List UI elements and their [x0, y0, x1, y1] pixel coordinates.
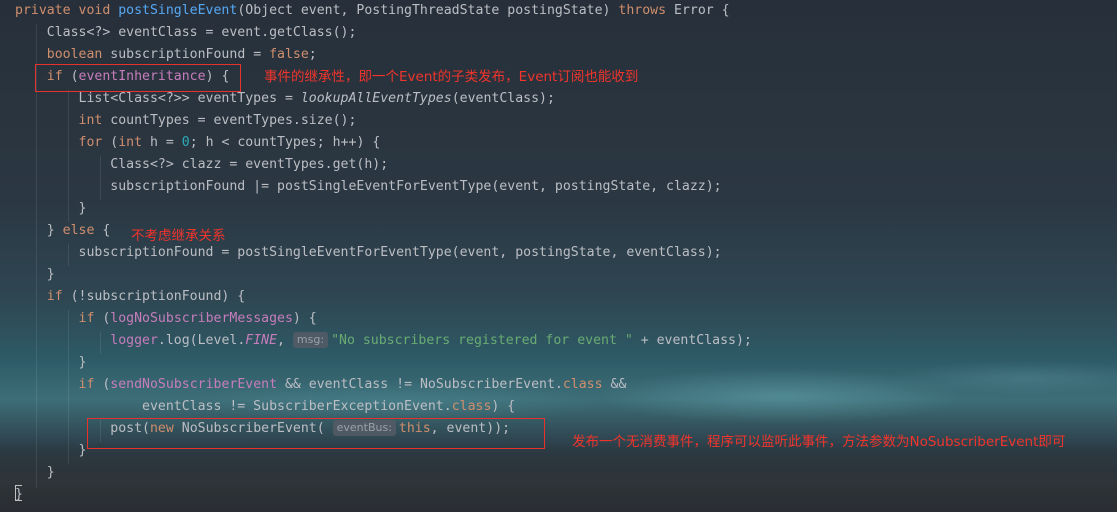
method-name: postSingleEvent [118, 3, 238, 18]
code-line: } [15, 264, 55, 286]
code-line: eventClass != SubscriberExceptionEvent.c… [15, 396, 515, 418]
code-line: subscriptionFound |= postSingleEventForE… [15, 176, 722, 198]
code-text: } [15, 223, 63, 238]
keyword: if [15, 377, 95, 392]
code-line: logger.log(Level.FINE, msg: "No subscribe… [15, 330, 752, 352]
code-text: (!subscriptionFound) { [62, 289, 246, 304]
code-line: } [15, 462, 55, 484]
code-text: countTypes = eventTypes.size(); [102, 113, 357, 128]
number-literal: 0 [181, 135, 190, 150]
code-text: subscriptionFound |= postSingleEventForE… [15, 179, 722, 194]
code-text: Class<?> eventClass = event.getClass(); [15, 25, 357, 40]
field-ref: logger [15, 333, 158, 348]
code-line: Class<?> eventClass = event.getClass(); [15, 22, 357, 44]
code-text: + eventClass); [632, 333, 752, 348]
code-text: } [15, 201, 87, 216]
code-line: Class<?> clazz = eventTypes.get(h); [15, 154, 388, 176]
ide-editor: { "code": { "l1_mod": "private void ", "… [0, 0, 1117, 512]
code-text: } [15, 355, 87, 370]
code-line: subscriptionFound = postSingleEventForEv… [15, 242, 722, 264]
annotation-no-subscriber: 发布一个无消费事件，程序可以监听此事件，方法参数为NoSubscriberEve… [572, 434, 1066, 450]
keyword: int [15, 113, 103, 128]
field-ref: logNoSubscriberMessages [110, 311, 293, 326]
code-line: boolean subscriptionFound = false; [15, 44, 317, 66]
code-text: } [15, 267, 55, 282]
annotation-no-inheritance: 不考虑继承关系 [131, 228, 226, 244]
code-text: Error { [666, 3, 730, 18]
code-text: ; [308, 47, 317, 62]
code-line: private void postSingleEvent(Object even… [15, 0, 730, 22]
code-text: ( [94, 311, 111, 326]
field-ref: sendNoSubscriberEvent [110, 377, 278, 392]
highlight-box-inheritance [35, 64, 241, 92]
keyword: int [118, 135, 143, 150]
keyword: throws [618, 3, 667, 18]
code-text: eventClass != SubscriberExceptionEvent. [15, 399, 452, 414]
background-sand [0, 442, 1117, 512]
keyword: if [15, 311, 95, 326]
keyword: boolean [15, 47, 103, 62]
code-text: subscriptionFound = [102, 47, 270, 62]
code-text: && [602, 377, 627, 392]
code-line: for (int h = 0; h < countTypes; h++) { [15, 132, 381, 154]
keyword: for [15, 135, 103, 150]
keyword: if [15, 289, 63, 304]
keyword: class [562, 377, 603, 392]
code-text: , [277, 333, 293, 348]
code-line: if (sendNoSubscriberEvent && eventClass … [15, 374, 627, 396]
highlight-box-post-call [87, 418, 545, 449]
code-text: } [15, 487, 23, 502]
annotation-inheritance: 事件的继承性，即一个Event的子类发布，Event订阅也能收到 [264, 69, 639, 85]
code-text: (Object event, PostingThreadState postin… [237, 3, 619, 18]
parameter-hint: msg: [292, 332, 329, 348]
code-line: } [15, 440, 87, 462]
code-line: } [15, 352, 87, 374]
code-text: List<Class<?>> eventTypes = [15, 91, 301, 106]
code-text: ( [102, 135, 119, 150]
static-call: lookupAllEventTypes [300, 91, 452, 106]
code-text: Class<?> clazz = eventTypes.get(h); [15, 157, 389, 172]
keyword: else [62, 223, 95, 238]
code-text: } [15, 465, 55, 480]
keyword: class [451, 399, 492, 414]
code-text: subscriptionFound = postSingleEventForEv… [15, 245, 722, 260]
string-literal: "No subscribers registered for event " [331, 333, 633, 348]
code-line: } [15, 198, 87, 220]
constant-ref: FINE [245, 333, 278, 348]
code-text: ) { [491, 399, 516, 414]
code-text: (eventClass); [451, 91, 555, 106]
code-text: && eventClass != NoSubscriberEvent. [277, 377, 563, 392]
code-line: } [15, 484, 23, 506]
code-line: } else { [15, 220, 111, 242]
keyword: false [269, 47, 309, 62]
code-text: h = [142, 135, 182, 150]
code-text: } [15, 443, 87, 458]
code-text: ; h < countTypes; h++) { [189, 135, 381, 150]
code-text: ) { [292, 311, 317, 326]
code-line: if (logNoSubscriberMessages) { [15, 308, 317, 330]
code-line: if (!subscriptionFound) { [15, 286, 246, 308]
code-text: { [94, 223, 111, 238]
code-text: ( [94, 377, 111, 392]
keyword: private void [15, 3, 119, 18]
code-line: int countTypes = eventTypes.size(); [15, 110, 357, 132]
code-text: .log(Level. [157, 333, 246, 348]
